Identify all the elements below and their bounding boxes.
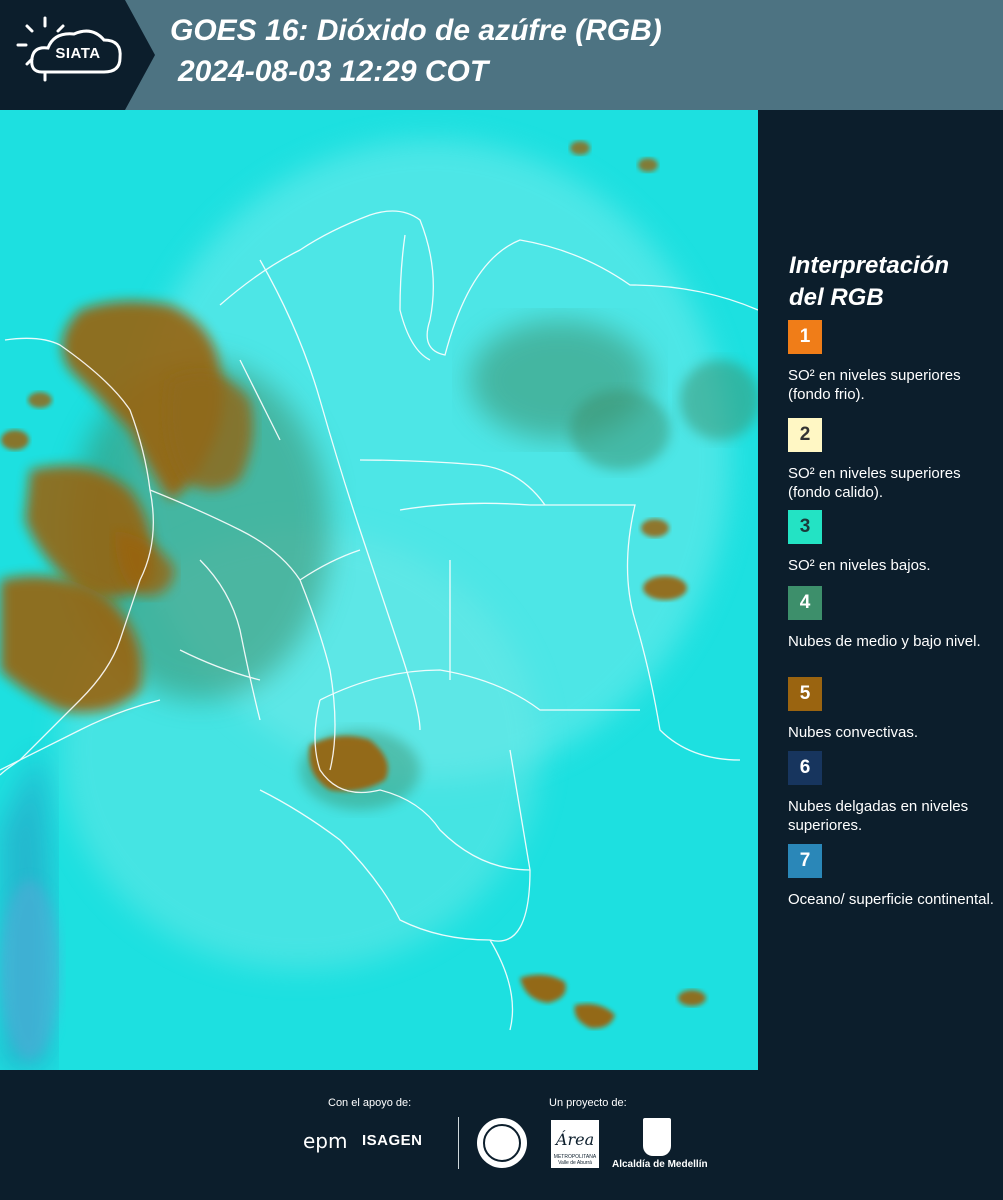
- alcaldia-label: Alcaldía de Medellín: [612, 1159, 708, 1170]
- legend-swatch-1: 1: [788, 320, 822, 354]
- project-label: Un proyecto de:: [549, 1097, 627, 1109]
- area-logo-sub: METROPOLITANA Valle de Aburrá: [553, 1154, 597, 1166]
- legend-item-5: 5 Nubes convectivas.: [788, 677, 998, 742]
- legend-item-7: 7 Oceano/ superficie continental.: [788, 844, 998, 909]
- isagen-logo: ISAGEN: [362, 1132, 423, 1149]
- timestamp: 2024-08-03 12:29 COT: [178, 55, 489, 88]
- legend-text-6: Nubes delgadas en niveles superiores.: [788, 798, 969, 834]
- legend-panel: Interpretación del RGB 1 SO² en niveles …: [760, 110, 1003, 1070]
- legend-number-4: 4: [799, 592, 811, 613]
- legend-title: Interpretación del RGB: [789, 252, 950, 311]
- legend-number-2: 2: [799, 424, 811, 445]
- legend-swatch-6: 6: [788, 751, 822, 785]
- legend-number-3: 3: [799, 516, 811, 537]
- legend-number-6: 6: [799, 757, 811, 778]
- area-logo-text: Área: [555, 1130, 595, 1149]
- area-metropolitana-logo: Área METROPOLITANA Valle de Aburrá: [551, 1120, 599, 1168]
- legend-text-4: Nubes de medio y bajo nivel.: [788, 633, 981, 650]
- legend-number-5: 5: [799, 683, 811, 704]
- legend-number-7: 7: [799, 850, 811, 871]
- legend-item-6: 6 Nubes delgadas en niveles superiores.: [788, 751, 998, 835]
- siata-logo-text: SIATA: [55, 45, 101, 62]
- satellite-map: [0, 110, 758, 1070]
- legend-swatch-4: 4: [788, 586, 822, 620]
- legend-item-4: 4 Nubes de medio y bajo nivel.: [788, 586, 998, 651]
- legend-item-1: 1 SO² en niveles superiores (fondo frio)…: [788, 320, 998, 404]
- legend-swatch-3: 3: [788, 510, 822, 544]
- alcaldia-shield-icon: [643, 1118, 671, 1156]
- footer-divider: [458, 1117, 459, 1169]
- footer: Con el apoyo de: Un proyecto de: epm ISA…: [0, 1070, 1003, 1200]
- legend-number-1: 1: [799, 326, 811, 347]
- header-bar: SIATA GOES 16: Dióxido de azúfre (RGB) 2…: [0, 0, 1003, 110]
- page-title: GOES 16: Dióxido de azúfre (RGB): [170, 14, 662, 47]
- legend-swatch-5: 5: [788, 677, 822, 711]
- siata-logo: SIATA: [0, 0, 155, 110]
- legend-text-2: SO² en niveles superiores (fondo calido)…: [788, 465, 961, 501]
- legend-item-2: 2 SO² en niveles superiores (fondo calid…: [788, 418, 998, 502]
- medellin-seal-icon: [477, 1118, 527, 1168]
- legend-text-5: Nubes convectivas.: [788, 724, 919, 741]
- support-label: Con el apoyo de:: [328, 1097, 412, 1109]
- legend-text-3: SO² en niveles bajos.: [788, 557, 931, 574]
- legend-swatch-2: 2: [788, 418, 822, 452]
- legend-text-7: Oceano/ superficie continental.: [788, 891, 994, 908]
- legend-item-3: 3 SO² en niveles bajos.: [788, 510, 998, 575]
- legend-text-1: SO² en niveles superiores (fondo frio).: [788, 367, 961, 403]
- legend-swatch-7: 7: [788, 844, 822, 878]
- epm-logo: epm: [303, 1129, 348, 1153]
